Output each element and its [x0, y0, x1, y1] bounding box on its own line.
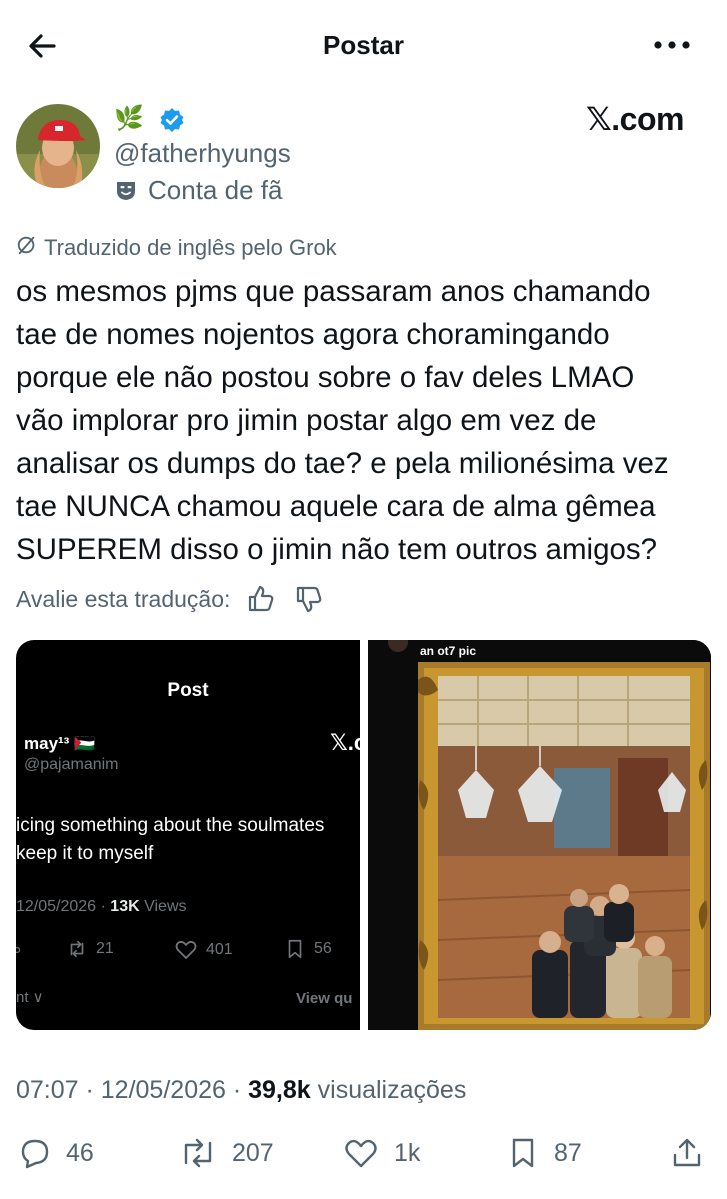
- like-count: 1k: [394, 1138, 421, 1167]
- heart-icon: [345, 1139, 377, 1168]
- embedded-author-handle: @pajamanim: [24, 756, 119, 773]
- photo-caption: an ot7 pic: [420, 644, 477, 658]
- embedded-actions: 21 401 56: [16, 938, 360, 962]
- embedded-meta: 12/05/2026 · 13K Views: [16, 898, 187, 916]
- media-image-screenshot[interactable]: Post may¹³ 🇵🇸 @pajamanim 𝕏.c icing somet…: [16, 640, 360, 1030]
- author-handle[interactable]: @fatherhyungs: [114, 138, 291, 169]
- thumbs-up-icon[interactable]: [244, 582, 278, 616]
- repost-icon: [184, 1138, 212, 1168]
- media-image-group-photo[interactable]: an ot7 pic: [368, 640, 711, 1030]
- repost-button[interactable]: 207: [178, 1136, 274, 1170]
- top-bar: Postar: [0, 0, 727, 90]
- embedded-author-name: may¹³ 🇵🇸: [24, 734, 96, 753]
- translation-label: Traduzido de inglês pelo Grok: [44, 235, 337, 260]
- repost-count: 207: [232, 1138, 274, 1167]
- post-meta: 07:07 · 12/05/2026 · 39,8k visualizações: [16, 1076, 466, 1105]
- more-options-icon[interactable]: [650, 30, 694, 60]
- embedded-bookmark-count: 56: [314, 940, 332, 957]
- rate-label: Avalie esta tradução:: [16, 585, 231, 612]
- views-count: 39,8k: [248, 1076, 311, 1104]
- embedded-post-text: icing something about the soulmates keep…: [16, 815, 325, 864]
- embedded-like-count: 401: [206, 941, 233, 958]
- embedded-repost-count: 21: [96, 940, 114, 957]
- views-label: visualizações: [310, 1076, 467, 1104]
- embedded-reply-icon: [16, 938, 22, 962]
- source-logo: 𝕏.com: [586, 101, 684, 137]
- embedded-date: 12/05/2026 ·: [16, 898, 111, 915]
- thumbs-down-icon[interactable]: [292, 582, 326, 616]
- reply-count: 46: [66, 1138, 94, 1167]
- embedded-views-count: 13K: [110, 898, 140, 915]
- verified-badge-icon: [158, 106, 186, 134]
- embedded-footer-left: nt ∨: [16, 989, 44, 1006]
- action-bar: 46 207 1k 87: [0, 1130, 727, 1176]
- share-button[interactable]: [670, 1136, 704, 1170]
- account-type-label: Conta de fã: [148, 175, 283, 205]
- embedded-views-label: Views: [139, 898, 187, 915]
- page-title: Postar: [323, 30, 404, 60]
- embedded-x-logo: 𝕏.c: [330, 730, 360, 755]
- embedded-footer-right: View qu: [296, 990, 353, 1007]
- avatar[interactable]: [16, 104, 100, 188]
- bookmark-button[interactable]: 87: [506, 1136, 582, 1170]
- embedded-bookmark: 56: [284, 938, 332, 960]
- translate-icon: [16, 234, 38, 262]
- post-time-date: 07:07 · 12/05/2026 ·: [16, 1076, 249, 1104]
- embedded-repost: 21: [66, 938, 114, 960]
- embedded-title: Post: [167, 680, 209, 701]
- leaf-icon: 🌿: [114, 105, 144, 132]
- bookmark-icon: [512, 1138, 534, 1168]
- translation-notice: Traduzido de inglês pelo Grok: [16, 234, 337, 262]
- embedded-like: 401: [174, 938, 233, 962]
- bookmark-count: 87: [554, 1138, 582, 1167]
- theater-mask-icon: [114, 178, 138, 202]
- reply-button[interactable]: 46: [18, 1136, 94, 1170]
- group-photo-illustration: [368, 640, 711, 1030]
- like-button[interactable]: 1k: [342, 1136, 420, 1170]
- share-icon: [673, 1138, 701, 1167]
- translation-rating: Avalie esta tradução:: [16, 582, 326, 616]
- reply-icon: [21, 1139, 49, 1169]
- post-text: os mesmos pjms que passaram anos chamand…: [16, 275, 669, 566]
